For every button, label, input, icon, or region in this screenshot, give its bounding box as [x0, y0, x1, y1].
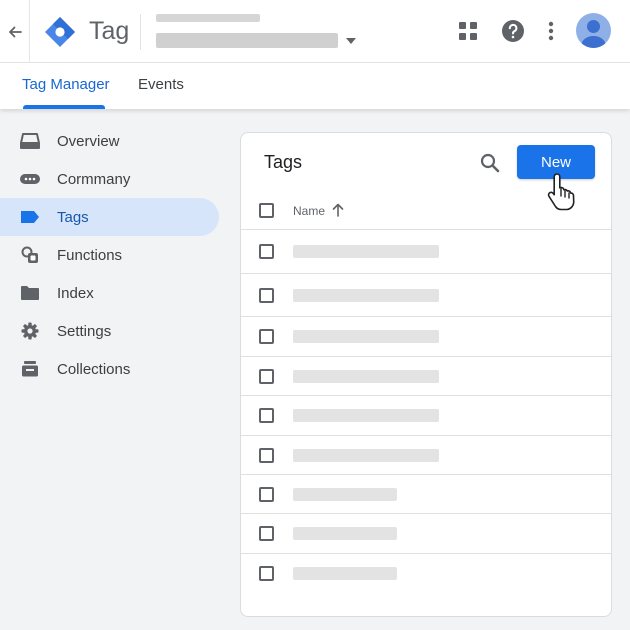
column-header-name[interactable]: Name: [293, 204, 325, 218]
table-row[interactable]: [241, 435, 611, 474]
sidebar-item-label: Functions: [57, 246, 123, 264]
tab-bar: Tag Manager Events: [0, 63, 630, 109]
sidebar-item-company[interactable]: Cormmany: [0, 160, 222, 198]
sidebar-item-label: Overview: [57, 132, 120, 150]
row-checkbox[interactable]: [259, 369, 274, 384]
row-name-placeholder: [293, 567, 397, 580]
search-icon[interactable]: [478, 151, 502, 175]
row-checkbox[interactable]: [259, 288, 274, 303]
header-divider: [140, 14, 141, 50]
row-checkbox[interactable]: [259, 487, 274, 502]
table-header: Name: [241, 193, 611, 229]
tag-icon: [20, 208, 40, 226]
row-name-placeholder: [293, 527, 397, 540]
row-name-placeholder: [293, 488, 397, 501]
sidebar-item-functions[interactable]: Functions: [0, 236, 222, 274]
tab-tag-manager[interactable]: Tag Manager: [22, 63, 110, 109]
row-checkbox[interactable]: [259, 566, 274, 581]
apps-grid-icon: [459, 22, 477, 40]
row-name-placeholder: [293, 245, 439, 258]
sidebar-item-label: Cormmany: [57, 170, 131, 188]
card-title: Tags: [264, 152, 303, 172]
tab-events[interactable]: Events: [138, 63, 184, 109]
overview-icon: [20, 132, 40, 150]
more-vert-icon: [548, 21, 554, 41]
sidebar-item-index[interactable]: Index: [0, 274, 222, 312]
company-icon: [20, 170, 40, 188]
table-row[interactable]: [241, 316, 611, 356]
sidebar-item-label: Index: [57, 284, 94, 302]
sidebar-item-label: Collections: [57, 360, 131, 378]
apps-button[interactable]: [453, 16, 483, 46]
help-button[interactable]: [498, 16, 528, 46]
table-row[interactable]: [241, 356, 611, 395]
container-name-placeholder: [156, 33, 338, 48]
table-row[interactable]: [241, 513, 611, 553]
select-all-checkbox[interactable]: [259, 203, 274, 218]
app-title: Tag: [89, 17, 130, 45]
caret-down-icon[interactable]: [344, 36, 358, 46]
help-icon: [502, 20, 524, 42]
row-checkbox[interactable]: [259, 329, 274, 344]
row-checkbox[interactable]: [259, 526, 274, 541]
sidebar-item-tags[interactable]: Tags: [0, 198, 219, 236]
active-tab-indicator: [23, 105, 105, 109]
folder-icon: [20, 284, 40, 302]
table-row[interactable]: [241, 229, 611, 273]
sidebar-item-settings[interactable]: Settings: [0, 312, 222, 350]
gear-icon: [20, 322, 40, 340]
row-name-placeholder: [293, 370, 439, 383]
row-checkbox[interactable]: [259, 244, 274, 259]
table-row[interactable]: [241, 474, 611, 513]
sidebar-item-label: Settings: [57, 322, 112, 340]
top-app-bar: Tag: [0, 0, 630, 63]
tags-card: Tags New Name: [240, 132, 612, 617]
table-row[interactable]: [241, 273, 611, 316]
sidebar: Overview Cormmany Tags Functions Index S…: [0, 122, 222, 388]
sidebar-item-collections[interactable]: Collections: [0, 350, 222, 388]
table-row[interactable]: [241, 553, 611, 616]
row-name-placeholder: [293, 449, 439, 462]
row-checkbox[interactable]: [259, 448, 274, 463]
more-options-button[interactable]: [536, 16, 566, 46]
sidebar-item-overview[interactable]: Overview: [0, 122, 222, 160]
account-avatar-icon[interactable]: [576, 13, 611, 48]
account-name-placeholder: [156, 14, 260, 22]
sidebar-item-label: Tags: [57, 208, 89, 226]
row-name-placeholder: [293, 409, 439, 422]
table-row[interactable]: [241, 395, 611, 435]
row-checkbox[interactable]: [259, 408, 274, 423]
arrow-up-icon[interactable]: [331, 202, 345, 218]
collections-icon: [20, 360, 40, 378]
row-name-placeholder: [293, 330, 439, 343]
row-name-placeholder: [293, 289, 439, 302]
back-button[interactable]: [0, 0, 30, 63]
arrow-back-icon: [8, 26, 22, 37]
functions-icon: [20, 246, 40, 264]
tag-manager-logo[interactable]: [44, 16, 76, 48]
